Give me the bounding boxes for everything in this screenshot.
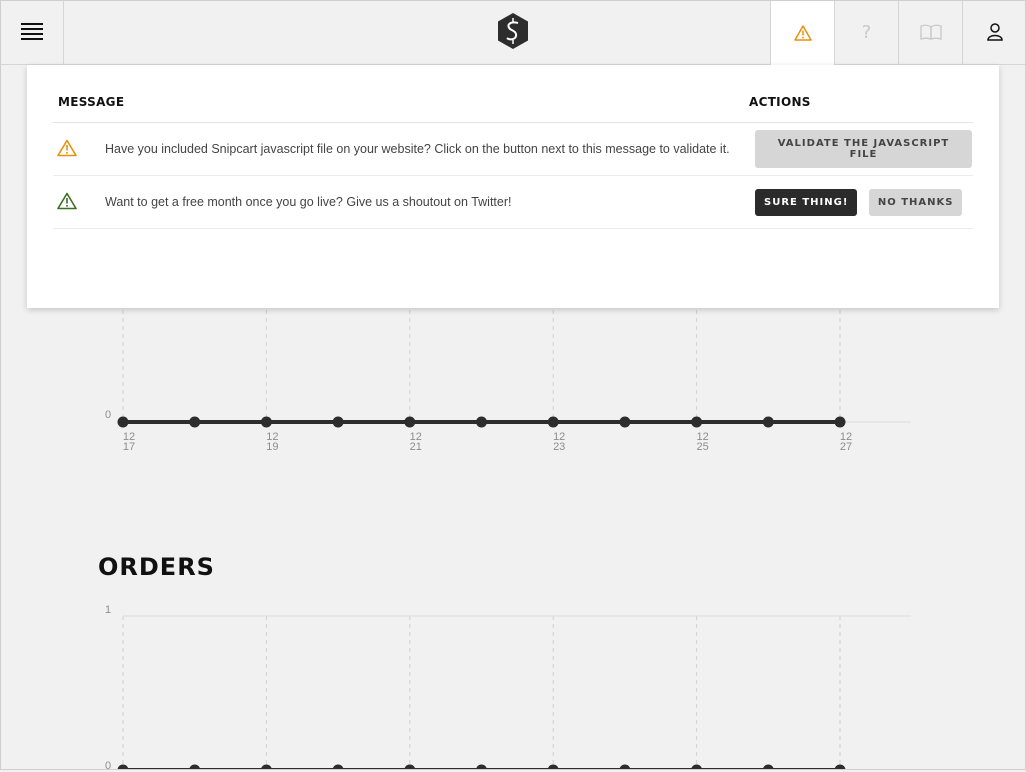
y-tick-label: 1 xyxy=(105,604,112,616)
help-button[interactable]: ? xyxy=(834,0,898,64)
data-point xyxy=(691,416,703,428)
notification-message: Want to get a free month once you go liv… xyxy=(105,195,512,209)
data-point xyxy=(619,764,631,770)
data-point xyxy=(762,416,774,428)
x-tick-label: 12 25 xyxy=(691,432,715,453)
warning-icon xyxy=(57,139,77,156)
data-point xyxy=(404,764,416,770)
notifications-table: MESSAGE ACTIONS Have you included Snipca… xyxy=(53,95,973,229)
book-icon xyxy=(919,24,942,40)
x-tick-label: 12 23 xyxy=(547,432,571,453)
data-point xyxy=(691,764,703,770)
warning-icon xyxy=(57,192,77,209)
x-tick-day: 23 xyxy=(553,441,566,453)
data-point xyxy=(260,764,272,770)
data-point xyxy=(332,416,344,428)
x-tick-day: 17 xyxy=(122,441,136,453)
data-point xyxy=(260,416,272,428)
notification-row: Have you included Snipcart javascript fi… xyxy=(53,123,973,176)
notifications-button[interactable] xyxy=(770,0,834,66)
hamburger-icon xyxy=(20,23,43,40)
data-point xyxy=(404,416,416,428)
actions-column-header: ACTIONS xyxy=(749,95,811,109)
notification-row: Want to get a free month once you go liv… xyxy=(53,176,973,229)
data-point xyxy=(117,764,129,770)
data-point xyxy=(834,764,846,770)
no-thanks-button[interactable]: NO THANKS xyxy=(868,188,963,216)
help-icon: ? xyxy=(861,21,872,43)
x-tick-label: 12 19 xyxy=(260,432,284,453)
data-point xyxy=(547,764,559,770)
user-icon xyxy=(986,23,1003,41)
x-tick-day: 19 xyxy=(266,441,279,453)
data-point xyxy=(762,764,774,770)
x-tick-label: 12 21 xyxy=(404,432,428,453)
account-button[interactable] xyxy=(962,0,1026,64)
data-point xyxy=(547,416,559,428)
data-point xyxy=(332,764,344,770)
menu-button[interactable] xyxy=(0,0,64,64)
data-point xyxy=(476,416,487,428)
data-point xyxy=(476,764,487,770)
data-point xyxy=(619,416,631,428)
orders-chart-svg xyxy=(117,615,911,770)
warning-icon xyxy=(793,25,812,41)
x-tick-day: 25 xyxy=(696,441,709,453)
snipcart-logo[interactable] xyxy=(496,12,530,50)
x-tick-day: 27 xyxy=(839,441,853,453)
top-bar: ? xyxy=(0,0,1026,66)
x-tick-label: 12 17 xyxy=(117,432,141,453)
y-tick-label: 0 xyxy=(105,760,112,772)
notifications-panel: MESSAGE ACTIONS Have you included Snipca… xyxy=(27,65,999,308)
data-point xyxy=(117,416,129,428)
data-point xyxy=(834,416,846,428)
message-column-header: MESSAGE xyxy=(58,95,125,109)
orders-title: ORDERS xyxy=(98,553,215,581)
notification-message: Have you included Snipcart javascript fi… xyxy=(105,142,730,156)
data-point xyxy=(189,764,201,770)
orders-chart: 1 0 xyxy=(0,590,1026,772)
docs-button[interactable] xyxy=(898,0,962,64)
x-tick-label: 12 27 xyxy=(834,432,858,453)
data-point xyxy=(189,416,201,428)
x-tick-day: 21 xyxy=(409,441,422,453)
sure-thing-button[interactable]: SURE THING! xyxy=(755,188,858,216)
validate-javascript-button[interactable]: VALIDATE THE JAVASCRIPT FILE xyxy=(755,130,972,168)
y-tick-label: 0 xyxy=(105,409,112,421)
